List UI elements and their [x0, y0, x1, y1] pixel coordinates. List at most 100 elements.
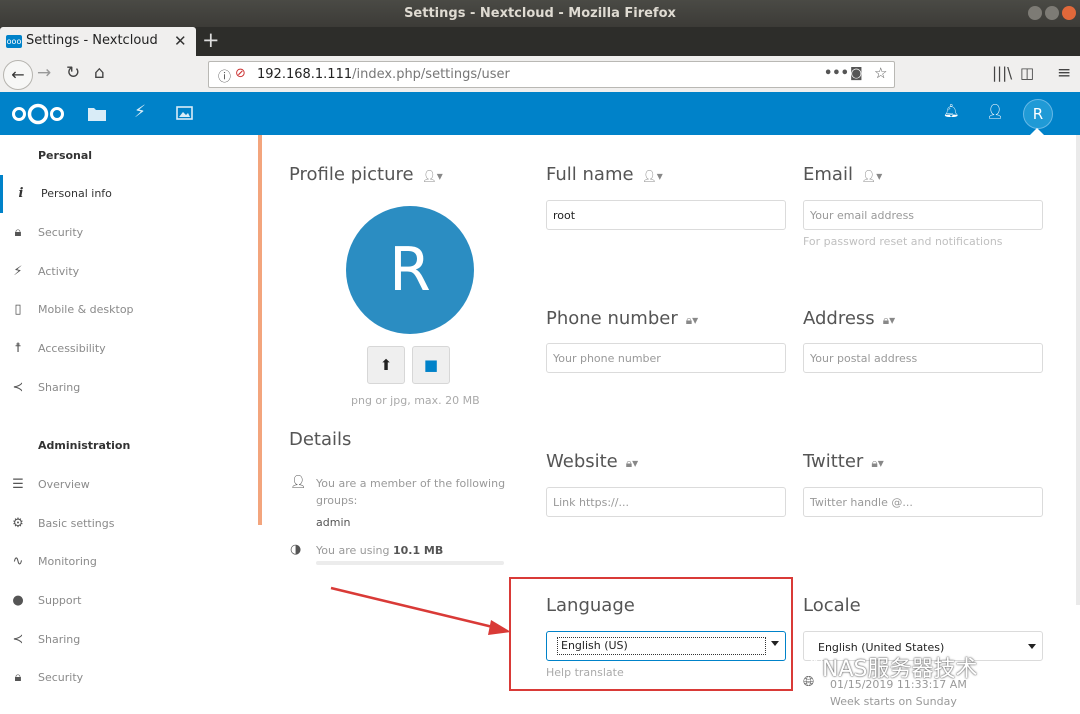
lock-scope-icon[interactable]: 🔒︎▾ — [686, 313, 698, 327]
profile-avatar: R — [346, 206, 474, 334]
accessibility-icon: ☨ — [14, 341, 22, 356]
sidebar-toggle-icon[interactable]: ◫ — [1020, 63, 1034, 83]
sidebar-item-mobile-desktop[interactable]: ▯ Mobile & desktop — [0, 291, 258, 329]
user-avatar[interactable]: R — [1023, 99, 1053, 129]
sidebar-item-monitoring[interactable]: ∿ Monitoring — [0, 543, 258, 581]
choose-from-files-button[interactable]: ■ — [412, 346, 450, 384]
list-icon: ☰ — [12, 477, 24, 492]
usage-bar — [316, 561, 504, 565]
picture-hint: png or jpg, max. 20 MB — [351, 394, 480, 407]
email-heading: Email 👤︎▾ — [803, 164, 883, 185]
profile-picture-heading: Profile picture 👤︎▾ — [289, 164, 443, 185]
sidebar-item-activity[interactable]: ⚡ Activity — [0, 253, 258, 291]
locale-week-start: Week starts on Sunday — [830, 695, 957, 708]
forward-icon[interactable]: → — [37, 63, 51, 83]
address-heading: Address 🔒︎▾ — [803, 308, 896, 329]
website-input[interactable]: Link https://... — [546, 487, 786, 517]
privacy-scope-icon[interactable]: 👤︎▾ — [422, 169, 443, 183]
sidebar-item-security[interactable]: 🔒︎ Security — [0, 214, 258, 252]
sidebar-item-sharing[interactable]: ≺ Sharing — [0, 369, 258, 407]
upload-icon: ⬆ — [379, 356, 393, 374]
sidebar-item-admin-sharing[interactable]: ≺ Sharing — [0, 621, 258, 659]
website-heading: Website 🔒︎▾ — [546, 451, 639, 472]
twitter-heading: Twitter 🔒︎▾ — [803, 451, 884, 472]
home-icon[interactable]: ⌂ — [94, 63, 105, 83]
group-name: admin — [316, 516, 351, 529]
maximize-button[interactable] — [1045, 6, 1059, 20]
library-icon[interactable]: |||\ — [992, 63, 1012, 83]
lock-icon: 🔒︎ — [14, 225, 22, 240]
address-input[interactable]: Your postal address — [803, 343, 1043, 373]
sidebar-item-personal-info[interactable]: i Personal info — [0, 175, 261, 213]
chevron-down-icon — [1028, 644, 1036, 649]
sidebar-item-overview[interactable]: ☰ Overview — [0, 466, 258, 504]
menu-caret — [1030, 128, 1044, 135]
fullname-input[interactable]: root — [546, 200, 786, 230]
phone-heading: Phone number 🔒︎▾ — [546, 308, 699, 329]
fullname-heading: Full name 👤︎▾ — [546, 164, 663, 185]
watermark-text: NAS服务器技术 — [822, 657, 978, 682]
sidebar-item-basic-settings[interactable]: ⚙ Basic settings — [0, 505, 258, 543]
details-heading: Details — [289, 429, 352, 450]
globe-icon: 🌐︎ — [803, 674, 815, 690]
close-window-button[interactable] — [1062, 6, 1076, 20]
close-tab-icon[interactable]: ✕ — [174, 32, 187, 50]
personal-heading: Personal — [38, 149, 93, 162]
annotation-highlight-box — [509, 577, 793, 691]
usage-text: You are using 10.1 MB — [316, 544, 444, 557]
share-icon: ≺ — [12, 632, 24, 647]
sidebar-scrollbar[interactable] — [258, 135, 262, 525]
privacy-scope-icon[interactable]: 👤︎▾ — [642, 169, 663, 183]
groups-text: You are a member of the following groups… — [316, 477, 506, 507]
content-scrollbar[interactable] — [1076, 135, 1080, 605]
quota-pie-icon: ◑ — [290, 542, 302, 557]
pulse-icon: ∿ — [12, 554, 24, 569]
twitter-input[interactable]: Twitter handle @... — [803, 487, 1043, 517]
gallery-image-icon[interactable] — [176, 106, 193, 120]
bookmark-star-icon[interactable]: ☆ — [874, 64, 887, 82]
folder-icon: ■ — [423, 356, 439, 374]
nextcloud-favicon-icon: ooo — [6, 35, 22, 48]
sidebar-item-support[interactable]: ● Support — [0, 582, 258, 620]
browser-tab[interactable]: ooo Settings - Nextcloud ✕ — [0, 27, 196, 56]
lock-scope-icon[interactable]: 🔒︎▾ — [871, 456, 883, 470]
phone-input[interactable]: Your phone number — [546, 343, 786, 373]
activity-lightning-icon[interactable]: ⚡ — [134, 102, 146, 122]
watermark-logo-icon — [810, 654, 822, 664]
lightning-icon: ⚡ — [13, 264, 23, 279]
lock-scope-icon[interactable]: 🔒︎▾ — [626, 456, 638, 470]
nextcloud-header: ⚡ 🔔︎ 👤︎ — [0, 92, 1080, 135]
insecure-lock-icon[interactable]: ⊘ — [235, 66, 246, 81]
locale-heading: Locale — [803, 595, 861, 616]
sidebar-item-admin-security[interactable]: 🔒︎ Security — [0, 659, 258, 697]
files-folder-icon[interactable] — [88, 106, 106, 121]
tab-title: Settings - Nextcloud — [26, 33, 158, 48]
window-titlebar: Settings - Nextcloud - Mozilla Firefox — [0, 0, 1080, 27]
minimize-button[interactable] — [1028, 6, 1042, 20]
notifications-bell-icon[interactable]: 🔔︎ — [943, 104, 960, 119]
user-group-icon: 👤︎ — [290, 475, 307, 490]
email-hint: For password reset and notifications — [803, 235, 1003, 248]
administration-heading: Administration — [38, 439, 131, 452]
info-icon[interactable]: ⓘ — [218, 66, 231, 85]
nextcloud-logo[interactable] — [10, 102, 66, 126]
menu-icon[interactable]: ≡ — [1057, 63, 1071, 83]
reload-icon[interactable]: ↻ — [66, 63, 80, 83]
email-input[interactable]: Your email address — [803, 200, 1043, 230]
sidebar-item-accessibility[interactable]: ☨ Accessibility — [0, 330, 258, 368]
page-actions-icon[interactable]: ••• — [824, 66, 849, 81]
contacts-icon[interactable]: 👤︎ — [986, 104, 1004, 120]
info-icon: i — [18, 186, 24, 201]
pocket-icon[interactable]: ◙ — [850, 66, 863, 81]
upload-button[interactable]: ⬆ — [367, 346, 405, 384]
url-text: 192.168.1.111/index.php/settings/user — [257, 67, 510, 82]
privacy-scope-icon[interactable]: 👤︎▾ — [861, 169, 882, 183]
url-bar[interactable]: ⓘ ⊘ 192.168.1.111/index.php/settings/use… — [208, 61, 895, 88]
lock-icon: 🔒︎ — [14, 670, 22, 685]
back-button[interactable]: ← — [3, 60, 33, 90]
new-tab-icon[interactable]: + — [202, 29, 220, 51]
window-title: Settings - Nextcloud - Mozilla Firefox — [404, 6, 676, 21]
phone-icon: ▯ — [14, 302, 22, 317]
chat-icon: ● — [12, 593, 24, 608]
lock-scope-icon[interactable]: 🔒︎▾ — [883, 313, 895, 327]
